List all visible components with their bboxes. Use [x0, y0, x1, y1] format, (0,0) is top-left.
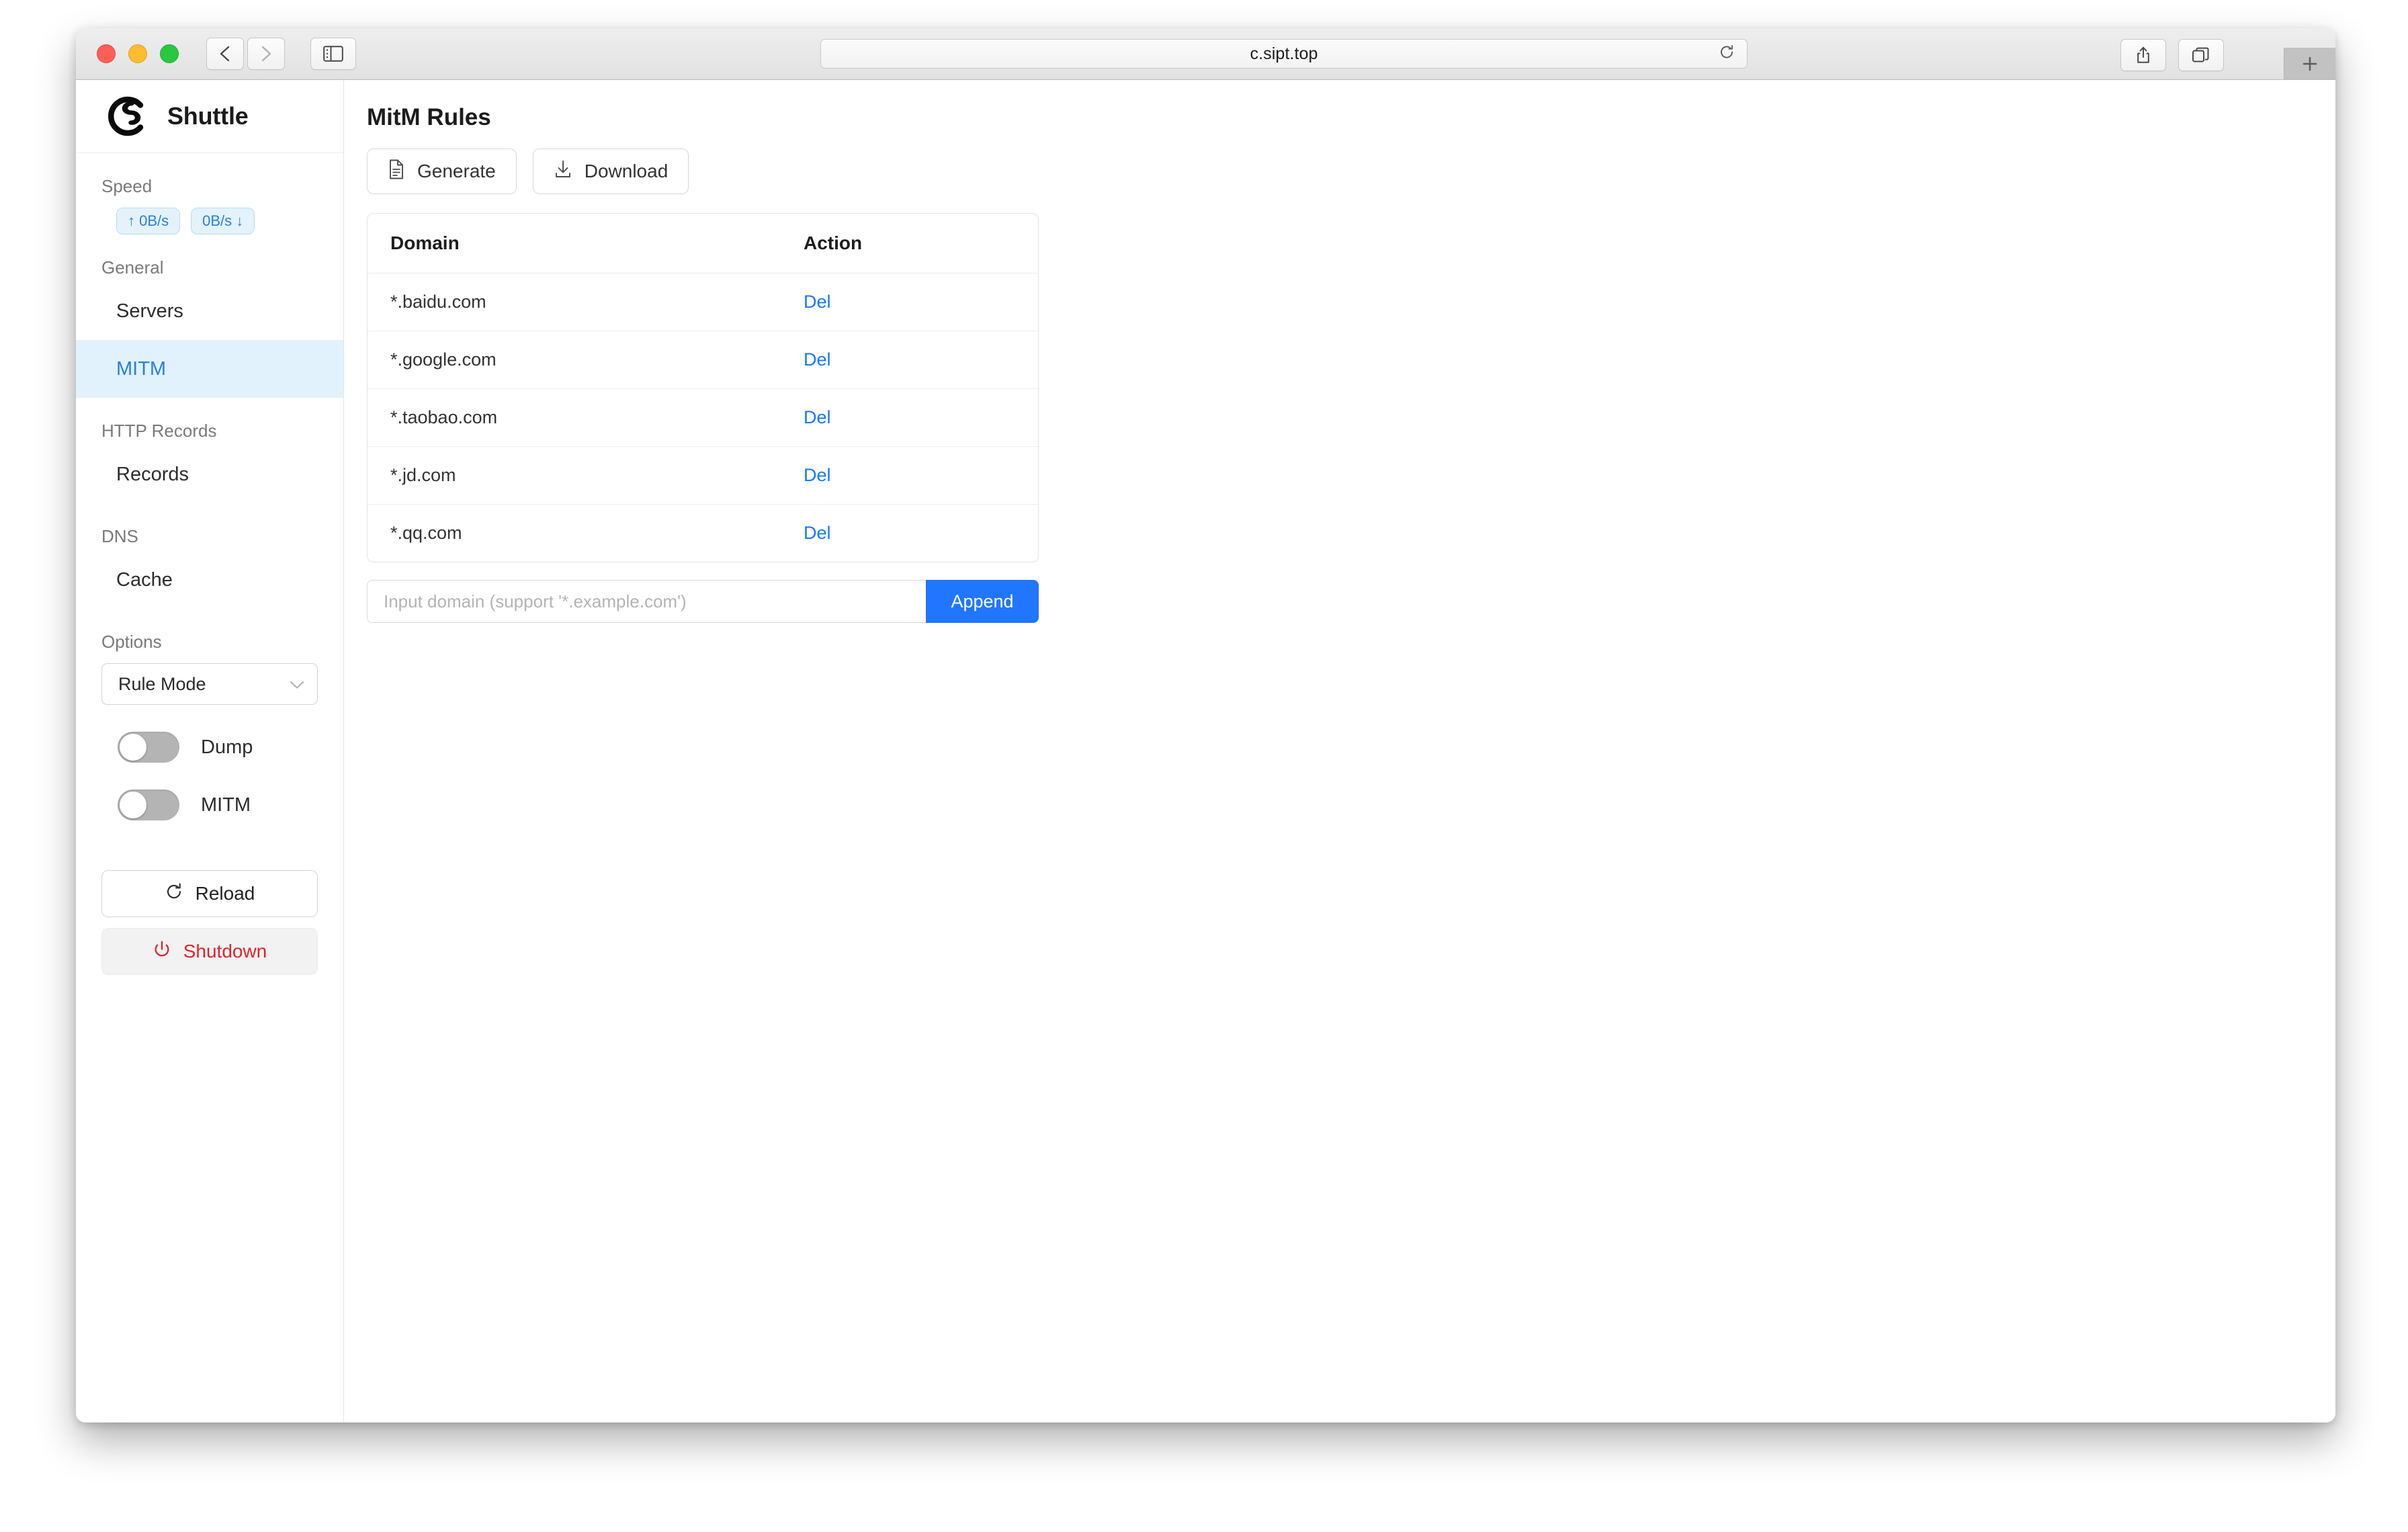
table-header-row: Domain Action — [368, 214, 1038, 273]
dump-toggle-label: Dump — [201, 736, 253, 758]
main-panel: MitM Rules Generate Download Domain Acti… — [344, 80, 2335, 1422]
maximize-window-button[interactable] — [160, 44, 179, 63]
document-icon — [388, 159, 405, 184]
sidebar-toggle-group — [310, 38, 356, 70]
address-bar[interactable]: c.sipt.top — [820, 39, 1748, 69]
chevron-down-icon — [289, 674, 305, 695]
download-button[interactable]: Download — [532, 148, 689, 194]
delete-rule-link[interactable]: Del — [804, 523, 831, 543]
domain-cell: *.qq.com — [390, 523, 462, 543]
generate-button[interactable]: Generate — [367, 148, 517, 194]
action-cell: Del — [804, 331, 1038, 389]
domain-cell: *.google.com — [368, 331, 804, 389]
rules-table-card: Domain Action *.baidu.com Del *.google.c… — [367, 213, 1039, 562]
domain-cell: *.taobao.com — [368, 388, 804, 447]
sidebar-item-records[interactable]: Records — [76, 445, 343, 503]
shuttle-logo-icon — [101, 91, 151, 141]
delete-rule-link[interactable]: Del — [804, 465, 831, 485]
minimize-window-button[interactable] — [128, 44, 147, 63]
share-button[interactable] — [2120, 39, 2166, 71]
domain-cell: *.baidu.com — [368, 273, 804, 331]
upload-speed-badge: ↑ 0B/s — [116, 208, 181, 235]
dns-section-label: DNS — [101, 526, 138, 546]
delete-rule-link[interactable]: Del — [804, 292, 831, 312]
http-records-section-label: HTTP Records — [101, 421, 217, 441]
table-row: *.jd.com Del — [368, 446, 1038, 505]
sidebar-toggle-icon — [323, 46, 343, 62]
append-button[interactable]: Append — [926, 580, 1039, 623]
browser-titlebar: c.sipt.top — [76, 28, 2335, 80]
delete-rule-link[interactable]: Del — [804, 407, 831, 427]
sidebar-item-servers[interactable]: Servers — [76, 282, 343, 340]
general-section-label: General — [101, 257, 164, 278]
sidebar-item-mitm[interactable]: MITM — [76, 340, 343, 398]
column-header-action: Action — [804, 214, 1038, 273]
action-cell: Del — [804, 446, 1038, 505]
dump-toggle[interactable] — [118, 732, 179, 763]
shutdown-button[interactable]: Shutdown — [101, 928, 318, 975]
generate-button-label: Generate — [417, 161, 496, 181]
mitm-toggle-row: MITM — [101, 790, 318, 820]
mitm-toggle[interactable] — [118, 790, 179, 820]
new-tab-button[interactable] — [2284, 48, 2335, 79]
table-row: *.google.com Del — [368, 331, 1038, 389]
download-speed-badge: 0B/s ↓ — [191, 208, 255, 235]
table-row: *.taobao.com Del — [368, 388, 1038, 447]
reload-button-label: Reload — [195, 883, 255, 904]
speed-section-label: Speed — [101, 176, 153, 196]
window-controls — [97, 44, 179, 63]
page-title: MitM Rules — [367, 104, 491, 130]
action-cell: Del — [804, 505, 1038, 562]
append-domain-row: Append — [367, 580, 1039, 623]
shutdown-button-label: Shutdown — [183, 941, 267, 962]
tab-overview-icon — [2192, 46, 2210, 64]
dump-toggle-knob — [120, 734, 146, 761]
sidebar-toggle-button[interactable] — [310, 38, 356, 70]
domain-cell: *.jd.com — [368, 446, 804, 505]
share-icon — [2135, 46, 2151, 65]
options-section-label: Options — [101, 632, 162, 652]
mitm-rules-table: Domain Action *.baidu.com Del *.google.c… — [368, 214, 1038, 562]
table-row: *.baidu.com Del — [368, 273, 1038, 331]
browser-window: c.sipt.top Shuttle Speed ↑ 0B/s 0B/s ↓ G… — [76, 28, 2335, 1422]
reload-button[interactable]: Reload — [101, 870, 318, 917]
delete-rule-link[interactable]: Del — [804, 349, 831, 370]
close-window-button[interactable] — [97, 44, 116, 63]
reload-icon[interactable] — [1719, 44, 1735, 64]
sidebar-item-cache[interactable]: Cache — [76, 551, 343, 609]
refresh-icon — [165, 882, 183, 906]
plus-icon — [2303, 56, 2317, 71]
toolbar-right-actions — [2120, 39, 2224, 71]
page-body: Shuttle Speed ↑ 0B/s 0B/s ↓ General Serv… — [76, 80, 2335, 1422]
mitm-toggle-knob — [120, 792, 146, 818]
mode-select[interactable]: Rule Mode — [101, 663, 318, 705]
dump-toggle-row: Dump — [101, 732, 318, 763]
forward-chevron-icon — [259, 45, 273, 62]
brand-name: Shuttle — [167, 102, 249, 130]
download-icon — [554, 159, 572, 184]
back-button[interactable] — [206, 38, 244, 70]
power-icon — [153, 940, 171, 964]
main-toolbar: Generate Download — [367, 148, 2335, 194]
mode-select-value: Rule Mode — [118, 673, 206, 694]
navigation-buttons — [206, 38, 285, 70]
address-bar-container: c.sipt.top — [820, 39, 1748, 69]
back-chevron-icon — [218, 45, 232, 62]
table-row: *.qq.com Del — [368, 505, 1038, 562]
download-button-label: Download — [584, 161, 669, 181]
url-text: c.sipt.top — [1250, 44, 1318, 63]
action-cell: Del — [804, 388, 1038, 447]
brand-header: Shuttle — [76, 80, 343, 153]
action-cell: Del — [804, 273, 1038, 331]
column-header-domain: Domain — [368, 214, 804, 273]
app-sidebar: Shuttle Speed ↑ 0B/s 0B/s ↓ General Serv… — [76, 80, 344, 1422]
mitm-toggle-label: MITM — [201, 794, 251, 816]
speed-badges: ↑ 0B/s 0B/s ↓ — [76, 208, 343, 235]
options-block: Rule Mode Dump MITM — [76, 663, 343, 820]
sidebar-action-buttons: Reload Shutdown — [76, 870, 343, 975]
tab-overview-button[interactable] — [2178, 39, 2224, 71]
forward-button[interactable] — [247, 38, 285, 70]
domain-input[interactable] — [367, 580, 926, 623]
